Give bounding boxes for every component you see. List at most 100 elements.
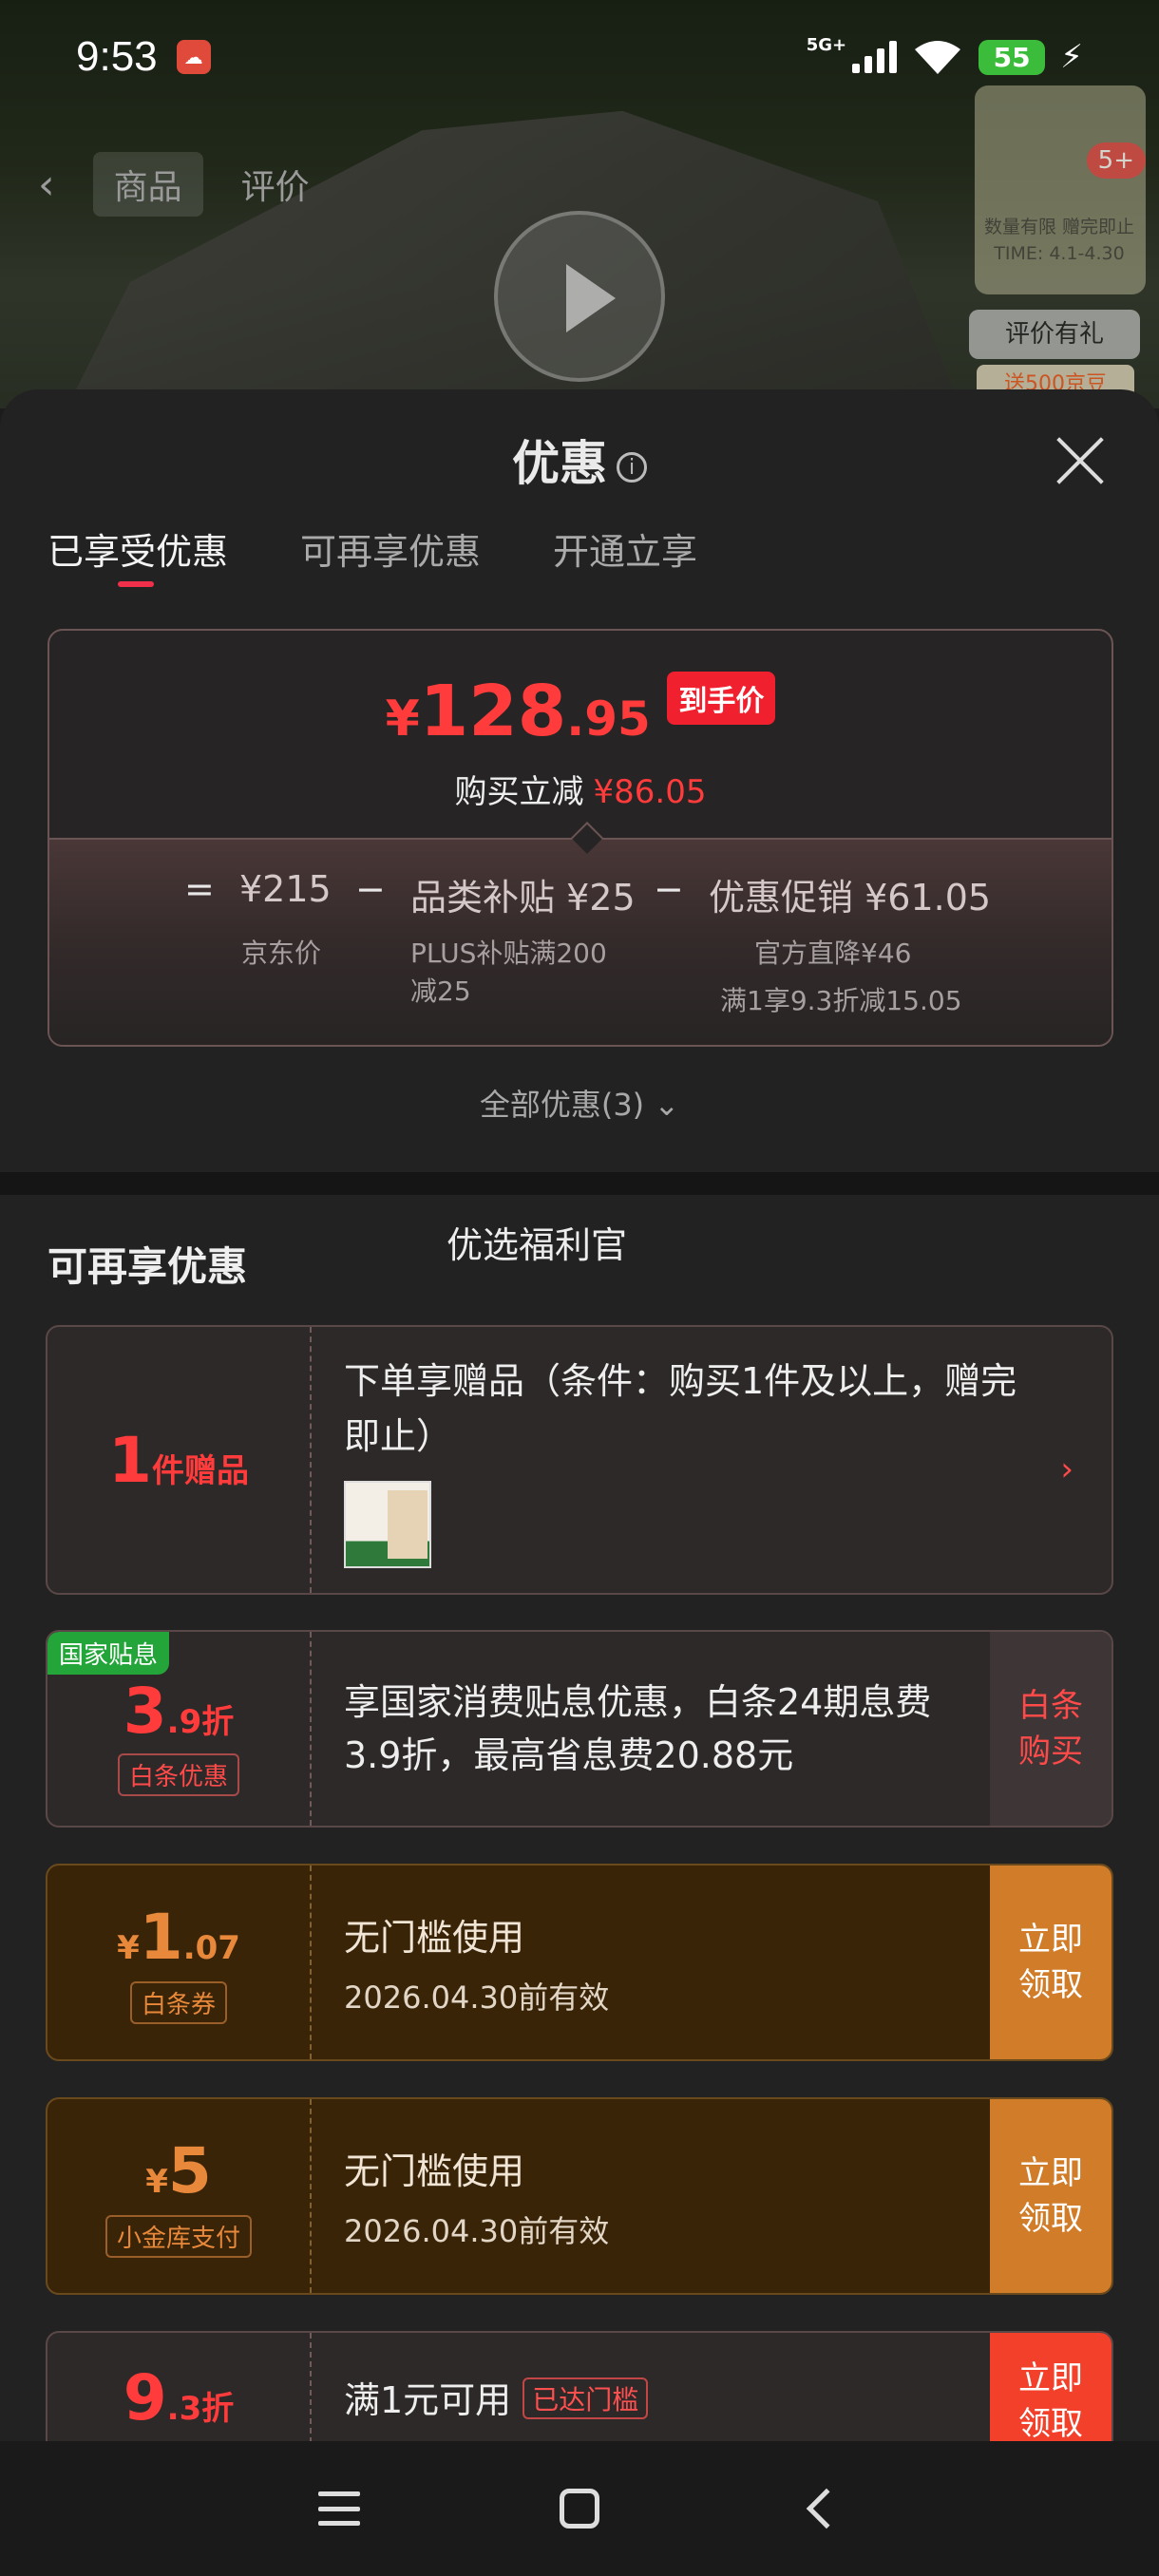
- section-subtitle: 优选福利官: [446, 1224, 628, 1266]
- claim-jinku-label: 立即领取: [1018, 2154, 1083, 2238]
- gift-count: 1: [108, 1423, 152, 1497]
- section-title: 可再享优惠: [48, 1243, 248, 1290]
- price-breakdown: = ¥215 京东价 − 品类补贴 ¥25 PLUS补贴满200减25 − 优惠…: [49, 822, 1112, 1045]
- baitiao-amount: ¥1.07 白条券: [48, 1866, 310, 2059]
- status-time: 9:53: [76, 33, 158, 80]
- claim-discount-label: 立即领取: [1018, 2359, 1083, 2441]
- gift-description: 下单享赠品（条件：购买1件及以上，赠完即止）: [344, 1360, 1017, 1457]
- system-navigation-bar: [0, 2441, 1159, 2576]
- product-nav: ‹ 商品 评价: [38, 152, 310, 217]
- wifi-icon: [915, 41, 961, 74]
- discount-condition: 满1元可用: [344, 2379, 512, 2421]
- promotion-label: 优惠促销: [709, 877, 854, 919]
- coupon-divider: [310, 1327, 312, 1593]
- promotion-detail-1: 官方直降¥46: [754, 938, 912, 969]
- coupon-divider: [310, 2099, 312, 2293]
- baitiao-purchase-button[interactable]: 白条购买: [990, 1632, 1112, 1826]
- discount-condition-row: 满1元可用 已达门槛: [344, 2371, 969, 2423]
- sheet-header: 优惠 i: [0, 389, 1159, 503]
- category-subsidy: 品类补贴 ¥25: [410, 868, 636, 920]
- section-divider: [0, 1172, 1159, 1195]
- reduce-amount: ¥86.05: [593, 773, 707, 811]
- interest-rate-int: 3: [123, 1675, 167, 1748]
- jinku-voucher-type: 小金库支付: [104, 2215, 252, 2258]
- claim-discount-button[interactable]: 立即领取: [990, 2333, 1112, 2441]
- gift-thumbnail[interactable]: [344, 1481, 431, 1568]
- product-tab-review: 评价: [240, 168, 310, 207]
- promo-sheet: 优惠 i 已享受优惠 可再享优惠 开通立享 ¥128.95 到手价 购买立减 ¥86…: [0, 389, 1159, 2441]
- base-price-label: 京东价: [241, 938, 322, 969]
- yen-symbol: ¥: [145, 2163, 168, 2201]
- gift-amount: 1件赠品: [48, 1327, 310, 1593]
- discount-coupon[interactable]: 9.3折 满1元可用 已达门槛 立即领取: [46, 2331, 1113, 2441]
- gift-coupon[interactable]: 1件赠品 下单享赠品（条件：购买1件及以上，赠完即止） ›: [46, 1325, 1113, 1595]
- claim-jinku-button[interactable]: 立即领取: [990, 2099, 1112, 2293]
- discount-int: 9: [123, 2361, 167, 2434]
- price-integer: 128: [419, 671, 567, 752]
- promo-text: 数量有限 赠完即止 TIME: 4.1-4.30: [983, 217, 1135, 264]
- final-price: ¥128.95 到手价: [49, 671, 1112, 752]
- all-promos-toggle[interactable]: 全部优惠(3) ⌄: [0, 1081, 1159, 1125]
- national-subsidy-badge: 国家贴息: [48, 1632, 170, 1675]
- network-type: 5G+: [806, 34, 847, 55]
- baitiao-expiry: 2026.04.30前有效: [344, 1979, 610, 2016]
- baitiao-value-dec: .07: [182, 1929, 240, 1967]
- jinku-voucher[interactable]: ¥5 小金库支付 无门槛使用 2026.04.30前有效 立即领取: [46, 2097, 1113, 2295]
- home-icon[interactable]: [560, 2489, 599, 2529]
- cart-badge: 5+: [1086, 142, 1146, 179]
- recent-apps-icon[interactable]: [318, 2491, 360, 2526]
- promo-tabs: 已享受优惠 可再享优惠 开通立享: [0, 522, 1159, 598]
- baitiao-voucher-type: 白条券: [129, 1981, 227, 2024]
- coupon-divider: [310, 1866, 312, 2059]
- interest-coupon[interactable]: 3.9折 白条优惠 国家贴息 享国家消费贴息优惠，白条24期息费3.9折，最高省…: [46, 1630, 1113, 1828]
- baitiao-value-int: 1: [139, 1901, 183, 1974]
- reduce-label: 购买立减: [454, 773, 584, 811]
- category-subsidy-label: 品类补贴: [410, 877, 556, 919]
- interest-rate-dec: .9折: [166, 1703, 235, 1741]
- chevron-right-icon: ›: [1060, 1450, 1074, 1488]
- baitiao-voucher[interactable]: ¥1.07 白条券 无门槛使用 2026.04.30前有效 立即领取: [46, 1864, 1113, 2061]
- chevron-down-icon: ⌄: [654, 1087, 680, 1123]
- minus-sign: −: [355, 868, 386, 910]
- status-bar: 9:53 ☁ 5G+ 55 ⚡: [0, 0, 1159, 114]
- price-decimal: .95: [566, 691, 651, 747]
- product-tab-goods: 商品: [92, 152, 203, 217]
- threshold-reached-badge: 已达门槛: [522, 2377, 649, 2419]
- price-yen: ¥: [385, 691, 420, 748]
- coupon-divider: [310, 2333, 312, 2441]
- close-icon[interactable]: [1054, 435, 1106, 486]
- claim-baitiao-label: 立即领取: [1018, 1921, 1083, 2004]
- category-subsidy-detail: PLUS补贴满200减25: [410, 938, 607, 1007]
- claim-baitiao-button[interactable]: 立即领取: [990, 1866, 1112, 2059]
- jinku-value: 5: [167, 2134, 212, 2207]
- all-promos-label: 全部优惠(3): [479, 1087, 645, 1123]
- sheet-title-text: 优惠: [512, 436, 607, 491]
- jinku-condition: 无门槛使用: [344, 2150, 525, 2192]
- category-subsidy-amount: ¥25: [566, 877, 636, 919]
- back-nav-icon[interactable]: [806, 2488, 847, 2529]
- sheet-title: 优惠 i: [0, 426, 1159, 494]
- discount-dec: .3折: [166, 2390, 235, 2428]
- interest-type: 白条优惠: [117, 1753, 239, 1796]
- discount-amount: 9.3折: [48, 2333, 310, 2441]
- review-reward: 评价有礼: [969, 310, 1140, 359]
- purchase-reduction: 购买立减 ¥86.05: [49, 766, 1112, 812]
- baitiao-purchase-label: 白条购买: [1018, 1687, 1083, 1771]
- coupon-divider: [310, 1632, 312, 1826]
- baitiao-condition: 无门槛使用: [344, 1916, 525, 1959]
- promotion-amount: ¥61.05: [864, 877, 992, 919]
- promotion-detail-2: 满1享9.3折减15.05: [720, 985, 962, 1016]
- jinku-expiry: 2026.04.30前有效: [344, 2212, 610, 2249]
- base-price: ¥215: [239, 868, 332, 910]
- tab-activate[interactable]: 开通立享: [553, 522, 697, 598]
- battery-icon: 55: [978, 39, 1046, 75]
- tab-more[interactable]: 可再享优惠: [300, 522, 481, 598]
- info-icon[interactable]: i: [617, 451, 647, 483]
- signal-icon: [852, 41, 898, 73]
- charging-icon: ⚡: [1060, 38, 1083, 76]
- back-icon: ‹: [38, 160, 55, 209]
- tab-enjoyed[interactable]: 已享受优惠: [48, 522, 228, 598]
- interest-description: 享国家消费贴息优惠，白条24期息费3.9折，最高省息费20.88元: [344, 1681, 932, 1776]
- promotion: 优惠促销 ¥61.05: [709, 868, 991, 920]
- notification-app-icon: ☁: [176, 40, 211, 74]
